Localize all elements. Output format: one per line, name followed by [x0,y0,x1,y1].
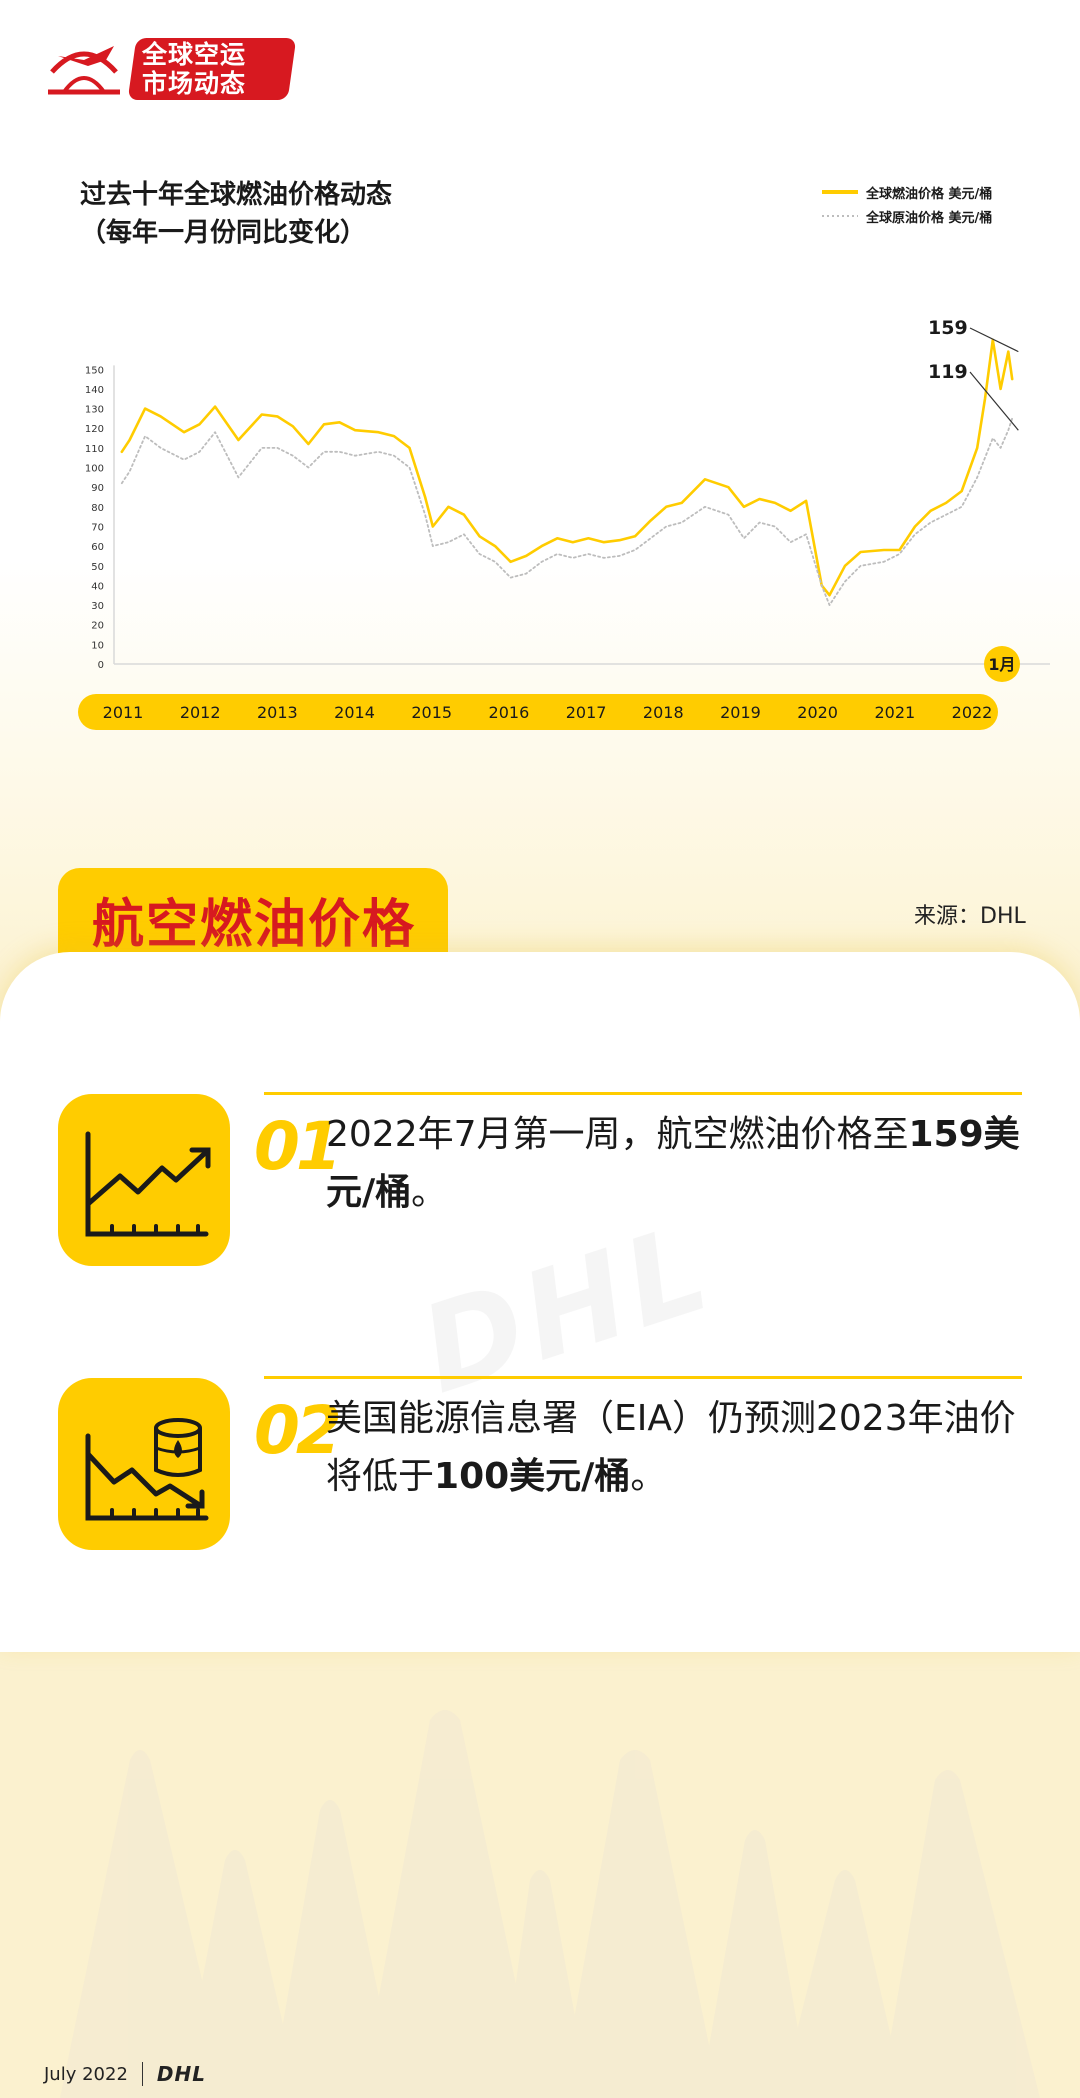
annotation-label: 119 [928,361,968,383]
y-tick-label: 10 [91,640,104,651]
legend-item-fuel: 全球燃油价格 美元/桶 [822,180,992,204]
item-1-text-end: 。 [411,1172,448,1213]
legend-label-crude: 全球原油价格 美元/桶 [866,210,993,226]
y-tick-label: 100 [85,464,104,475]
x-tick-label: 2015 [411,703,452,722]
x-tick-label: 2016 [489,703,530,722]
y-tick-label: 80 [91,503,104,514]
airplane-globe-icon [48,46,120,95]
oil-trend-icon-box [58,1378,230,1550]
annotation-label: 159 [928,317,968,339]
trend-up-icon-box [58,1094,230,1266]
y-tick-label: 20 [91,621,104,632]
legend-item-crude: 全球原油价格 美元/桶 [822,204,992,228]
item-2-divider [264,1376,1022,1379]
logo-line-2: 市场动态 [142,69,247,98]
y-tick-label: 60 [91,542,104,553]
footer: July 2022 DHL [44,2062,206,2086]
item-2-text: 美国能源信息署（EIA）仍预测2023年油价将低于100美元/桶。 [326,1390,1038,1506]
footer-date: July 2022 [44,2063,128,2085]
y-tick-label: 30 [91,601,104,612]
fuel-price-chart: 0 10 20 30 40 50 60 70 80 90 100 110 120 130 140 150 159… [78,317,1050,730]
source-label: 来源：DHL [914,904,1026,929]
y-tick-label: 70 [91,522,104,533]
item-2-text-end: 。 [630,1456,667,1497]
dhl-logo: DHL [156,2062,206,2086]
y-tick-label: 140 [85,385,104,396]
x-tick-label: 2012 [180,703,221,722]
annotation-leader [969,371,1019,431]
chart-title: 过去十年全球燃油价格动态 （每年一月份同比变化） [80,180,393,248]
x-tick-label: 2019 [720,703,761,722]
item-1-divider [264,1092,1022,1095]
x-tick-label: 2014 [334,703,375,722]
legend-label-fuel: 全球燃油价格 美元/桶 [866,186,993,202]
trend-up-chart-icon [85,1131,211,1237]
item-2-text-plain: 美国能源信息署（EIA）仍预测2023年油价将低于 [326,1398,1016,1497]
y-tick-label: 0 [98,660,104,671]
section-title: 航空燃油价格 [92,895,417,955]
decorative-mountains [60,1710,1040,2098]
y-tick-label: 90 [91,483,104,494]
chart-legend: 全球燃油价格 美元/桶 全球原油价格 美元/桶 [822,180,992,228]
x-tick-label: 2017 [566,703,607,722]
y-tick-label: 120 [85,424,104,435]
market-update-logo: 全球空运 市场动态 [44,30,304,110]
y-tick-label: 110 [85,444,104,455]
x-tick-label: 2011 [103,703,144,722]
x-tick-label: 2013 [257,703,298,722]
y-tick-label: 40 [91,581,104,592]
oil-barrel-trend-down-icon [85,1418,209,1521]
y-tick-label: 50 [91,562,104,573]
series-line-fuel [120,338,1014,597]
x-tick-label: 2020 [797,703,838,722]
y-tick-label: 150 [85,365,104,376]
series-line-crude [120,417,1014,606]
item-1-text-plain: 2022年7月第一周，航空燃油价格至 [326,1114,909,1155]
end-marker-label: 1月 [988,655,1015,674]
item-1-text: 2022年7月第一周，航空燃油价格至159美元/桶。 [326,1106,1038,1222]
y-tick-label: 130 [85,405,104,416]
item-2-text-bold: 100美元/桶 [434,1456,631,1497]
x-tick-label: 2022 [952,703,993,722]
logo-line-1: 全球空运 [142,40,247,69]
x-tick-label: 2021 [874,703,915,722]
x-tick-label: 2018 [643,703,684,722]
